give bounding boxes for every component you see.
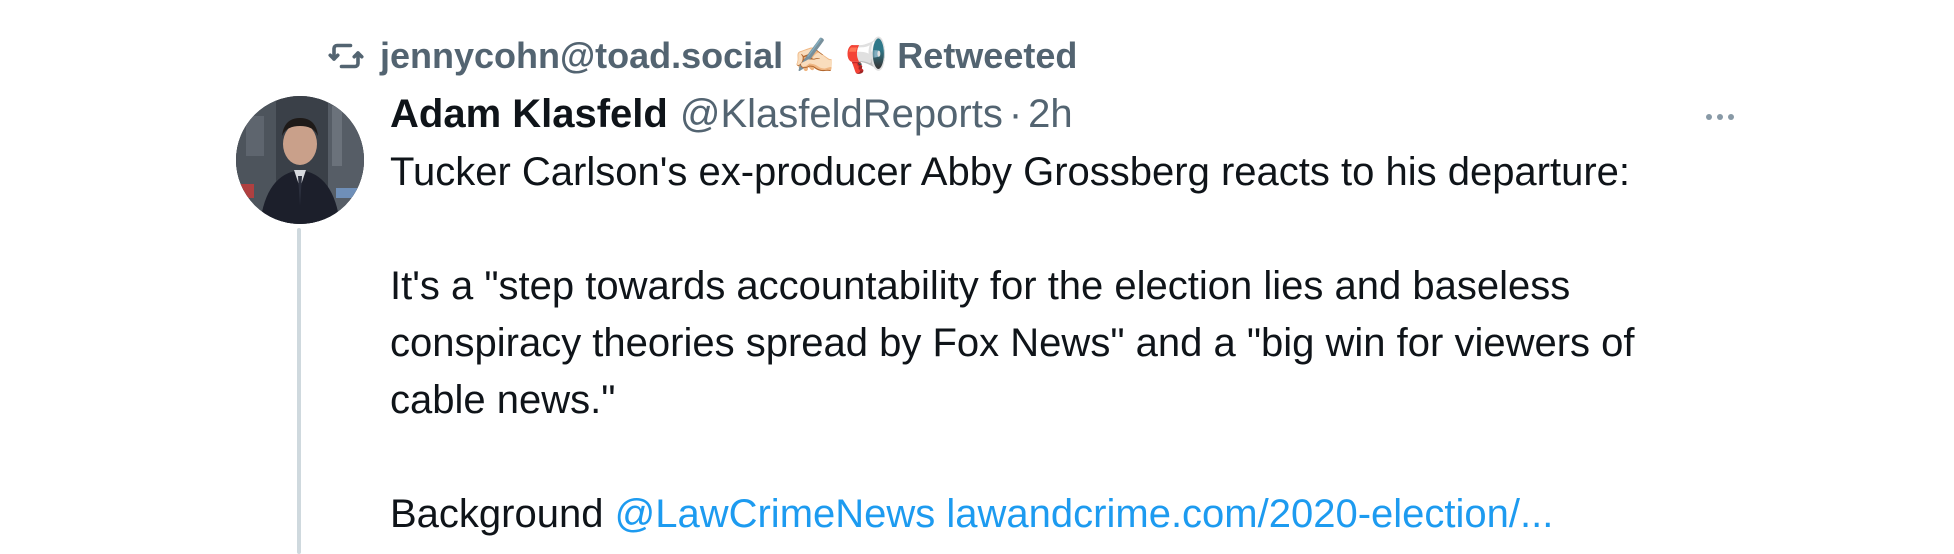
url-link[interactable]: lawandcrime.com/2020-election/...	[946, 492, 1553, 536]
background-label: Background	[390, 492, 604, 536]
retweet-icon	[326, 38, 366, 74]
tweet-paragraph-1: Tucker Carlson's ex-producer Abby Grossb…	[390, 150, 1631, 194]
avatar[interactable]	[236, 96, 364, 224]
tweet-body: Tucker Carlson's ex-producer Abby Grossb…	[390, 144, 1730, 543]
author-display-name[interactable]: Adam Klasfeld	[390, 92, 668, 137]
thread-line	[297, 228, 301, 554]
tweet-paragraph-background: Background @LawCrimeNews lawandcrime.com…	[390, 486, 1730, 543]
header-separator: ·	[1008, 91, 1023, 136]
tweet[interactable]: Adam Klasfeld @KlasfeldReports · 2h Tuck…	[390, 84, 1734, 543]
tweet-timestamp[interactable]: 2h	[1028, 92, 1073, 137]
author-handle[interactable]: @KlasfeldReports	[680, 92, 1003, 137]
tweet-header: Adam Klasfeld @KlasfeldReports · 2h	[390, 84, 1730, 144]
retweeter-name[interactable]: jennycohn@toad.social	[380, 28, 783, 84]
mention-link[interactable]: @LawCrimeNews	[615, 492, 936, 536]
tweet-paragraph-2: It's a "step towards accountability for …	[390, 264, 1635, 422]
more-horizontal-icon[interactable]	[1700, 102, 1740, 132]
retweet-indicator[interactable]: jennycohn@toad.social ✍🏻 📢 Retweeted	[326, 28, 1077, 84]
retweeted-label: Retweeted	[897, 35, 1078, 76]
retweeter-emoji: ✍🏻 📢	[793, 37, 888, 75]
